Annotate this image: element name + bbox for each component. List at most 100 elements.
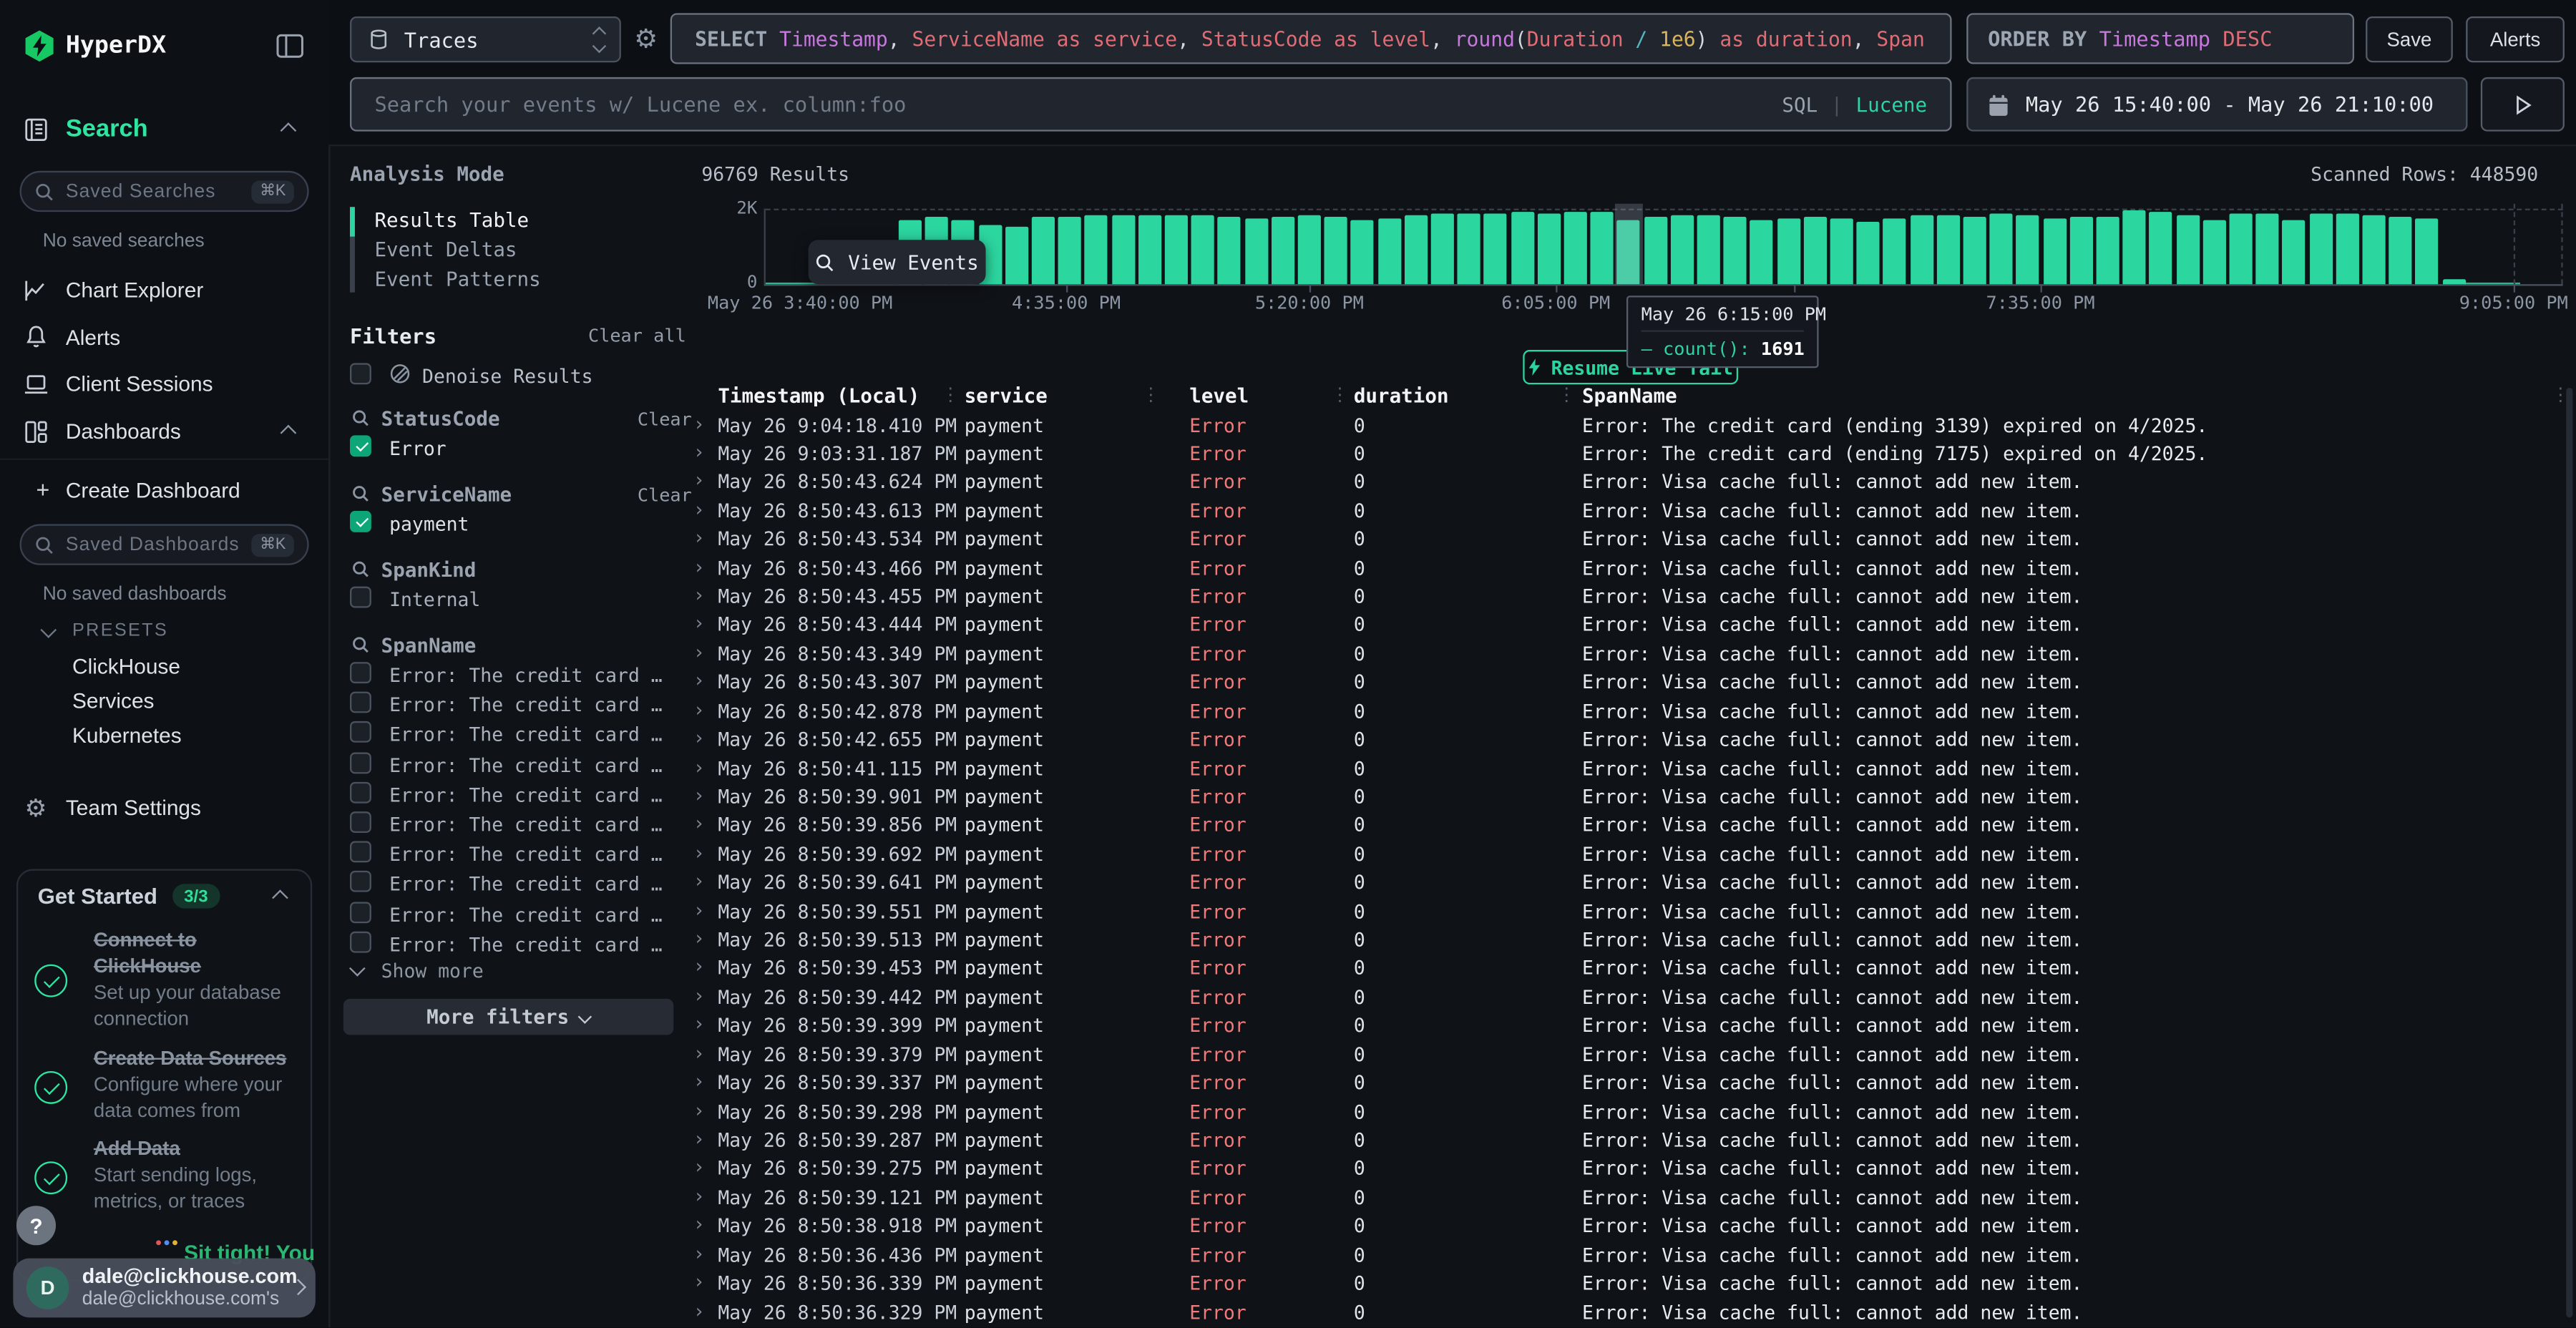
table-row[interactable]: ›May 26 9:03:31.187 PMpaymentError0Error… (682, 439, 2566, 468)
chart-bar[interactable] (1750, 220, 1773, 284)
row-expand-chevron-icon[interactable]: › (693, 1098, 705, 1121)
sidebar-item-client-sessions[interactable]: Client Sessions (66, 371, 213, 396)
row-expand-chevron-icon[interactable]: › (693, 869, 705, 892)
search-icon[interactable] (351, 484, 369, 502)
table-row[interactable]: ›May 26 8:50:39.453 PMpaymentError0Error… (682, 954, 2566, 983)
table-row[interactable]: ›May 26 8:50:39.399 PMpaymentError0Error… (682, 1012, 2566, 1040)
chart-bar[interactable] (1777, 218, 1800, 283)
chart-bar[interactable] (1032, 218, 1055, 283)
sidebar-item-dashboards[interactable]: Dashboards (66, 419, 181, 443)
row-expand-chevron-icon[interactable]: › (693, 1184, 705, 1207)
table-row[interactable]: ›May 26 8:50:39.856 PMpaymentError0Error… (682, 811, 2566, 840)
scrollbar[interactable] (2566, 388, 2572, 1317)
preset-item-kubernetes[interactable]: Kubernetes (72, 723, 182, 747)
chart-bar[interactable] (1298, 216, 1321, 284)
chart-bar[interactable] (1697, 215, 1720, 283)
chart-bar[interactable] (1670, 215, 1693, 283)
order-by-input[interactable]: ORDER BY Timestamp DESC (1966, 13, 2354, 64)
chart-bar[interactable] (1484, 213, 1507, 284)
preset-item-services[interactable]: Services (72, 688, 154, 713)
row-expand-chevron-icon[interactable]: › (693, 469, 705, 492)
chart-bar[interactable] (2363, 216, 2386, 283)
row-expand-chevron-icon[interactable]: › (693, 1012, 705, 1035)
row-expand-chevron-icon[interactable]: › (693, 984, 705, 1007)
table-row[interactable]: ›May 26 8:50:39.298 PMpaymentError0Error… (682, 1098, 2566, 1126)
chart-bar[interactable] (1165, 215, 1188, 283)
chart-bar[interactable] (2123, 210, 2146, 283)
chart-bar[interactable] (2442, 278, 2465, 283)
chart-bar[interactable] (1644, 218, 1667, 283)
table-row[interactable]: ›May 26 8:50:43.466 PMpaymentError0Error… (682, 554, 2566, 582)
column-resize-handle[interactable]: ⋮ (1142, 384, 1160, 406)
mode-lucene-toggle[interactable]: Lucene (1856, 93, 1928, 116)
run-query-button[interactable] (2481, 77, 2565, 132)
table-row[interactable]: ›May 26 8:50:43.613 PMpaymentError0Error… (682, 497, 2566, 525)
spanname-option-checkbox[interactable] (350, 781, 371, 803)
chart-bar[interactable] (1058, 217, 1081, 283)
search-input[interactable]: Search your events w/ Lucene ex. column:… (350, 77, 1952, 132)
col-header-service[interactable]: service (965, 384, 1048, 407)
spanname-option-label[interactable]: Error: The credit card … (389, 753, 663, 776)
tab-event-patterns[interactable]: Event Patterns (374, 268, 540, 290)
spanname-option-checkbox[interactable] (350, 722, 371, 743)
chart-bar[interactable] (2256, 213, 2279, 283)
create-dashboard-button[interactable]: Create Dashboard (66, 478, 240, 502)
show-more-link[interactable]: Show more (381, 960, 484, 982)
tab-event-deltas[interactable]: Event Deltas (374, 238, 517, 261)
chart-bar[interactable] (2016, 215, 2039, 283)
chart-bar[interactable] (1803, 216, 1826, 283)
spankind-internal-checkbox[interactable] (350, 587, 371, 608)
column-resize-handle[interactable]: ⋮ (1331, 384, 1349, 406)
spanname-option-label[interactable]: Error: The credit card … (389, 664, 663, 687)
chart-bar[interactable] (2336, 214, 2358, 284)
source-settings-gear-icon[interactable]: ⚙ (634, 23, 658, 54)
chart-bar[interactable] (1377, 219, 1400, 284)
col-header-spanname[interactable]: SpanName (1582, 384, 1677, 407)
row-expand-chevron-icon[interactable]: › (693, 555, 705, 577)
chart-bar[interactable] (1191, 216, 1214, 283)
dashboards-collapse-chevron-icon[interactable] (280, 425, 297, 441)
chart-bar[interactable] (1883, 218, 1906, 283)
chart-bar[interactable] (1244, 219, 1267, 284)
chart-bar[interactable] (1005, 226, 1028, 283)
spanname-option-checkbox[interactable] (350, 662, 371, 683)
time-range-picker[interactable]: May 26 15:40:00 - May 26 21:10:00 (1966, 77, 2467, 132)
table-row[interactable]: ›May 26 8:50:36.339 PMpaymentError0Error… (682, 1269, 2566, 1298)
table-row[interactable]: ›May 26 8:50:43.455 PMpaymentError0Error… (682, 582, 2566, 611)
table-row[interactable]: ›May 26 8:50:39.551 PMpaymentError0Error… (682, 897, 2566, 926)
save-button[interactable]: Save (2366, 16, 2453, 62)
spanname-option-checkbox[interactable] (350, 752, 371, 773)
table-row[interactable]: ›May 26 8:50:39.692 PMpaymentError0Error… (682, 840, 2566, 869)
get-started-item[interactable]: Add Data Start sending logs, metrics, or… (94, 1135, 307, 1214)
col-header-level[interactable]: level (1189, 384, 1249, 407)
help-button[interactable]: ? (16, 1206, 56, 1245)
chart-bar[interactable] (2043, 219, 2066, 284)
table-row[interactable]: ›May 26 8:50:43.624 PMpaymentError0Error… (682, 468, 2566, 497)
saved-searches-input[interactable]: Saved Searches ⌘K (20, 171, 309, 212)
row-expand-chevron-icon[interactable]: › (693, 955, 705, 978)
chart-bar[interactable] (1936, 215, 1959, 283)
row-expand-chevron-icon[interactable]: › (693, 612, 705, 635)
denoise-checkbox[interactable] (350, 363, 371, 384)
chart-bar[interactable] (2309, 214, 2332, 283)
row-expand-chevron-icon[interactable]: › (693, 1156, 705, 1178)
chart-bar[interactable] (1617, 220, 1640, 283)
search-icon[interactable] (351, 409, 369, 427)
sidebar-item-search[interactable]: Search (66, 115, 148, 143)
row-expand-chevron-icon[interactable]: › (693, 726, 705, 749)
spanname-option-label[interactable]: Error: The credit card … (389, 843, 663, 866)
chart-bar[interactable] (1351, 220, 1374, 283)
chart-bar[interactable] (1538, 214, 1561, 284)
row-expand-chevron-icon[interactable]: › (693, 927, 705, 949)
filter-group-servicename[interactable]: ServiceName (381, 483, 512, 506)
row-expand-chevron-icon[interactable]: › (693, 1127, 705, 1150)
search-icon[interactable] (351, 560, 369, 578)
table-row[interactable]: ›May 26 8:50:39.379 PMpaymentError0Error… (682, 1040, 2566, 1069)
table-row[interactable]: ›May 26 9:04:18.410 PMpaymentError0Error… (682, 411, 2566, 439)
row-expand-chevron-icon[interactable]: › (693, 1041, 705, 1064)
table-row[interactable]: ›May 26 8:50:39.513 PMpaymentError0Error… (682, 926, 2566, 954)
row-expand-chevron-icon[interactable]: › (693, 698, 705, 721)
spanname-option-label[interactable]: Error: The credit card … (389, 933, 663, 956)
row-expand-chevron-icon[interactable]: › (693, 812, 705, 835)
row-expand-chevron-icon[interactable]: › (693, 411, 705, 434)
